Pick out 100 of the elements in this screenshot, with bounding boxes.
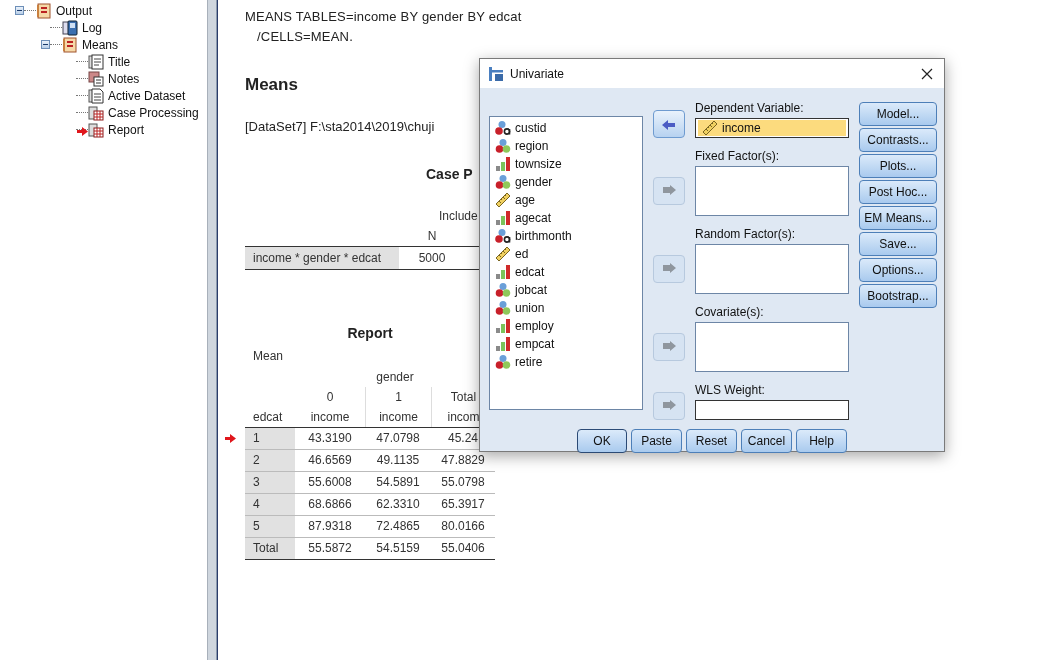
dialog-button[interactable]: Paste: [631, 429, 682, 453]
option-button[interactable]: Save...: [859, 232, 937, 256]
table-cell: 65.3917: [431, 493, 495, 515]
row-header: 5: [245, 515, 295, 537]
table-cell: 62.3310: [365, 493, 431, 515]
table-cell: 55.6008: [295, 471, 365, 493]
left-arrow-icon: [662, 118, 676, 130]
column-header: income: [365, 407, 431, 427]
variable-item[interactable]: birthmonth: [515, 229, 572, 243]
variable-item[interactable]: townsize: [515, 157, 562, 171]
option-button[interactable]: EM Means...: [859, 206, 937, 230]
variable-item[interactable]: union: [515, 301, 545, 315]
variable-item[interactable]: custid: [515, 121, 547, 135]
column-group-header: gender: [375, 369, 415, 386]
tree-item[interactable]: Log: [82, 20, 103, 35]
nominal-icon: [495, 354, 511, 370]
row-header: 2: [245, 449, 295, 471]
tree-item[interactable]: Output: [56, 3, 93, 18]
string-nominal-icon: [495, 120, 511, 136]
variable-box[interactable]: [695, 322, 849, 372]
right-arrow-icon: [662, 400, 676, 412]
ordinal-icon: [495, 336, 511, 352]
ordinal-icon: [495, 264, 511, 280]
collapse-toggle[interactable]: [14, 6, 24, 15]
variable-list[interactable]: custid region townsize gender age agecat birthmonth ed edcat jobcat union employ empcat retire: [489, 116, 643, 410]
table-cell: 55.0406: [431, 537, 495, 560]
section-heading: Means: [245, 75, 299, 95]
dialog-button[interactable]: Help: [796, 429, 847, 453]
table-icon: [88, 121, 104, 138]
variable-box[interactable]: [695, 166, 849, 216]
table-cell: 54.5159: [365, 537, 431, 560]
variable-item[interactable]: age: [515, 193, 536, 207]
table-icon: [88, 104, 104, 121]
variable-item[interactable]: empcat: [515, 337, 555, 351]
column-group-header: Include: [439, 209, 478, 223]
field-label: Covariate(s):: [695, 304, 765, 320]
nominal-icon: [495, 300, 511, 316]
option-button[interactable]: Bootstrap...: [859, 284, 937, 308]
variable-item[interactable]: agecat: [515, 211, 552, 225]
ruler-icon: [702, 120, 718, 136]
option-button[interactable]: Model...: [859, 102, 937, 126]
close-icon: [921, 67, 933, 80]
table-cell: 5000: [399, 246, 465, 270]
option-button[interactable]: Plots...: [859, 154, 937, 178]
dialog-button[interactable]: Cancel: [741, 429, 792, 453]
field-label: WLS Weight:: [695, 382, 766, 398]
tree-item[interactable]: Notes: [108, 71, 140, 86]
move-arrow-button[interactable]: [653, 110, 685, 138]
ordinal-icon: [495, 210, 511, 226]
variable-item[interactable]: retire: [515, 355, 543, 369]
table-cell: 49.1135: [365, 449, 431, 471]
variable-item[interactable]: employ: [515, 319, 554, 333]
column-header: income: [309, 409, 351, 426]
nominal-icon: [495, 282, 511, 298]
ordinal-icon: [495, 156, 511, 172]
nominal-icon: [495, 138, 511, 154]
tree-item[interactable]: Case Processing: [108, 105, 199, 120]
right-arrow-icon: [662, 263, 676, 275]
tree-item[interactable]: Means: [82, 37, 119, 52]
syntax-line: /CELLS=MEAN.: [256, 28, 354, 46]
dialog-button[interactable]: Reset: [686, 429, 737, 453]
tree-item[interactable]: Active Dataset: [108, 88, 186, 103]
nominal-icon: [495, 174, 511, 190]
collapse-toggle[interactable]: [40, 40, 50, 49]
right-arrow-icon: [662, 341, 676, 353]
tree-item[interactable]: Report: [108, 122, 145, 137]
option-button[interactable]: Options...: [859, 258, 937, 282]
variable-field[interactable]: [695, 400, 849, 420]
table-cell: 55.0798: [431, 471, 495, 493]
table-cell: 47.0798: [365, 427, 431, 449]
option-button[interactable]: Contrasts...: [859, 128, 937, 152]
dialog-button[interactable]: OK: [577, 429, 627, 453]
variable-item[interactable]: gender: [515, 175, 553, 189]
table-cell: 55.5872: [295, 537, 365, 560]
syntax-line: MEANS TABLES=income BY gender BY edcat: [245, 8, 523, 26]
tree-item[interactable]: Title: [108, 54, 131, 69]
book-icon: [36, 2, 52, 19]
table-cell: 80.0166: [431, 515, 495, 537]
table-cell: 68.6866: [295, 493, 365, 515]
ruler-icon: [495, 246, 511, 262]
variable-item[interactable]: jobcat: [515, 283, 548, 297]
variable-field[interactable]: income: [695, 118, 849, 138]
field-label: Random Factor(s):: [695, 226, 797, 242]
option-button[interactable]: Post Hoc...: [859, 180, 937, 204]
variable-item[interactable]: edcat: [515, 265, 545, 279]
variable-item[interactable]: ed: [515, 247, 529, 261]
column-header: 0: [325, 389, 335, 406]
variable-item[interactable]: region: [515, 139, 549, 153]
document-icon: [88, 87, 104, 104]
ordinal-icon: [495, 318, 511, 334]
variable-box[interactable]: [695, 244, 849, 294]
row-header: income * gender * edcat: [245, 246, 399, 270]
table-title: Report: [347, 325, 393, 341]
notes-icon: [88, 70, 104, 87]
statistic-label: Mean: [253, 349, 284, 363]
row-header: 3: [245, 471, 295, 493]
dataset-path: [DataSet7] F:\sta2014\2019\chuji: [245, 119, 435, 134]
dialog-title: Univariate: [510, 66, 566, 81]
splitter-bar[interactable]: [207, 0, 217, 660]
column-header: N: [426, 228, 438, 245]
